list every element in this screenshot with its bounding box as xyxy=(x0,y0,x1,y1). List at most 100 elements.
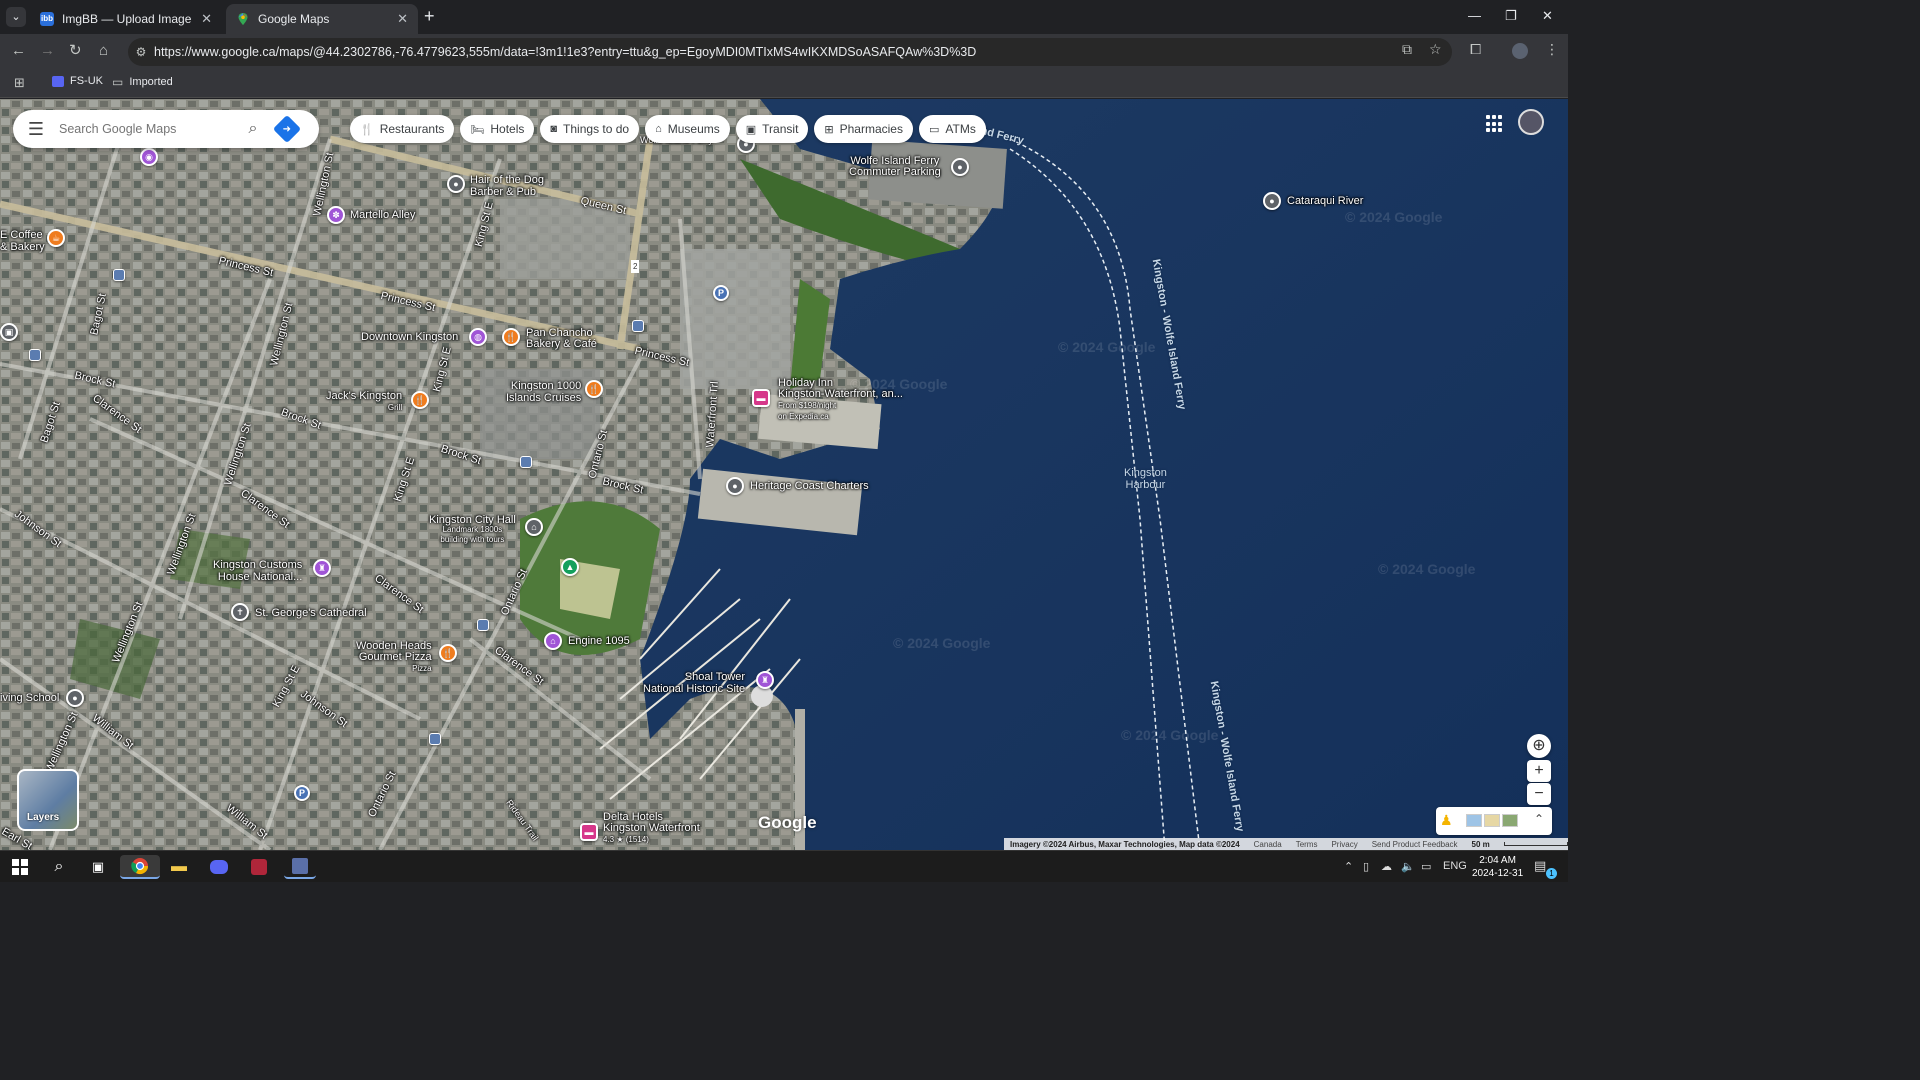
transit-stop-icon[interactable] xyxy=(113,269,125,281)
chip-things-to-do[interactable]: ◙ Things to do xyxy=(540,115,640,143)
museum-pin-icon[interactable]: ⌂ xyxy=(544,632,562,650)
forward-arrow-icon[interactable]: → xyxy=(40,42,55,60)
search-icon[interactable]: ⌕ xyxy=(47,855,71,879)
windows-start-icon[interactable] xyxy=(8,855,32,879)
chip-pharmacies[interactable]: ⊞ Pharmacies xyxy=(814,115,913,143)
onedrive-icon[interactable]: ☁ xyxy=(1381,860,1392,873)
reload-icon[interactable]: ↻ xyxy=(69,42,82,60)
tab-search-button[interactable]: ⌄ xyxy=(6,7,26,27)
tab-google-maps[interactable]: Google Maps ✕ xyxy=(226,4,418,34)
poi-delta-hotels[interactable]: Delta Hotels Kingston Waterfront 4.3 ★ (15… xyxy=(603,812,700,845)
poi-downtown-kingston[interactable]: Downtown Kingston xyxy=(361,332,458,343)
poi-shoal-tower[interactable]: Shoal Tower National Historic Site xyxy=(643,671,745,695)
restaurant-pin-icon[interactable]: 🍴 xyxy=(585,380,603,398)
transit-stop-icon[interactable] xyxy=(520,456,532,468)
zoom-in-button[interactable]: + xyxy=(1527,760,1551,782)
tab-imgbb[interactable]: ibb ImgBB — Upload Image — Free ✕ xyxy=(30,4,222,34)
poi-pan-chancho[interactable]: Pan Chancho Bakery & Café xyxy=(526,328,597,350)
link-privacy[interactable]: Privacy xyxy=(1331,840,1357,849)
close-tab-icon[interactable]: ✕ xyxy=(201,11,212,27)
language-indicator[interactable]: ENG xyxy=(1443,860,1467,872)
parking-icon[interactable]: P xyxy=(713,285,729,301)
chip-museums[interactable]: ⌂ Museums xyxy=(645,115,730,143)
map-canvas[interactable]: © 2024 Google © 2024 Google © 2024 Googl… xyxy=(0,99,1568,850)
discord-icon[interactable] xyxy=(207,855,231,879)
poi-wolfe-island-ferry-parking[interactable]: Wolfe Island Ferry Commuter Parking xyxy=(849,156,941,178)
poi-martello-alley[interactable]: Martello Alley xyxy=(350,210,415,221)
hotel-pin-icon[interactable]: ▬ xyxy=(752,389,770,407)
link-canada[interactable]: Canada xyxy=(1254,840,1282,849)
app-icon[interactable] xyxy=(247,855,271,879)
cafe-pin-icon[interactable]: ☕ xyxy=(47,229,65,247)
poi-wooden-heads[interactable]: Wooden Heads Gourmet Pizza Pizza xyxy=(356,641,432,674)
poi-kingston-customs-house[interactable]: Kingston Customs House National... xyxy=(213,559,302,583)
scale-label[interactable]: 50 m xyxy=(1472,840,1490,849)
link-terms[interactable]: Terms xyxy=(1296,840,1318,849)
museum-pin-icon[interactable]: ♜ xyxy=(756,671,774,689)
poi-pin-icon[interactable]: ◉ xyxy=(140,148,158,166)
hamburger-menu-icon[interactable]: ☰ xyxy=(13,120,59,138)
address-bar[interactable]: ⚙ https://www.google.ca/maps/@44.2302786… xyxy=(128,38,1452,66)
network-icon[interactable]: ▭ xyxy=(1421,860,1431,873)
park-pin-icon[interactable]: ▲ xyxy=(561,558,579,576)
google-apps-icon[interactable] xyxy=(1486,115,1504,133)
home-icon[interactable]: ⌂ xyxy=(99,42,108,60)
app-icon[interactable] xyxy=(284,855,316,879)
new-tab-button[interactable]: + xyxy=(424,7,435,25)
chip-atms[interactable]: ▭ ATMs xyxy=(918,115,986,143)
search-icon[interactable]: ⌕ xyxy=(235,120,271,138)
search-input[interactable] xyxy=(59,122,235,136)
layer-thumb[interactable] xyxy=(1466,814,1482,827)
museum-pin-icon[interactable]: ♜ xyxy=(313,559,331,577)
close-tab-icon[interactable]: ✕ xyxy=(397,11,408,27)
chip-hotels[interactable]: 🛏 Hotels xyxy=(460,115,535,143)
install-app-icon[interactable]: ⧉ xyxy=(1402,41,1412,58)
restaurant-pin-icon[interactable]: 🍴 xyxy=(502,328,520,346)
zoom-out-button[interactable]: − xyxy=(1527,783,1551,805)
volume-icon[interactable]: 🔈 xyxy=(1401,860,1415,873)
poi-coffee-bakery[interactable]: E Coffee & Bakery xyxy=(0,229,45,253)
poi-pin-icon[interactable]: ● xyxy=(447,175,465,193)
church-pin-icon[interactable]: ✝ xyxy=(231,603,249,621)
restore-icon[interactable]: ❐ xyxy=(1505,8,1517,24)
poi-jacks-kingston[interactable]: Jack's Kingston Grill xyxy=(326,391,402,413)
poi-hair-of-the-dog[interactable]: Hair of the Dog Barber & Pub xyxy=(470,174,544,198)
chevron-up-icon[interactable]: ⌃ xyxy=(1534,812,1544,826)
url-text[interactable]: https://www.google.ca/maps/@44.2302786,-… xyxy=(154,45,976,59)
my-location-icon[interactable]: ⊕ xyxy=(1527,734,1551,758)
chrome-taskbar-icon[interactable] xyxy=(120,855,160,879)
poi-pin-icon[interactable]: ● xyxy=(726,477,744,495)
poi-pin-icon[interactable]: ✽ xyxy=(327,206,345,224)
poi-pin-icon[interactable]: ● xyxy=(1263,192,1281,210)
hotel-pin-icon[interactable]: ▬ xyxy=(580,823,598,841)
poi-pin-icon[interactable]: ● xyxy=(951,158,969,176)
bookmark-fs-uk[interactable]: FS-UK xyxy=(52,75,103,87)
directions-icon[interactable]: ➜ xyxy=(272,114,302,144)
poi-driving-school[interactable]: iving School xyxy=(0,693,59,704)
restaurant-pin-icon[interactable]: 🍴 xyxy=(411,391,429,409)
chevron-up-icon[interactable]: ⌃ xyxy=(1344,860,1353,873)
poi-engine-1095[interactable]: Engine 1095 xyxy=(568,636,630,647)
chip-transit[interactable]: ▣ Transit xyxy=(735,115,809,143)
minimize-icon[interactable]: — xyxy=(1468,8,1481,23)
link-send-feedback[interactable]: Send Product Feedback xyxy=(1372,840,1458,849)
poi-pin-icon[interactable]: ● xyxy=(66,689,84,707)
chip-restaurants[interactable]: 🍴 Restaurants xyxy=(350,115,455,143)
device-icon[interactable]: ▯ xyxy=(1363,860,1369,873)
account-avatar[interactable] xyxy=(1518,109,1544,135)
task-view-icon[interactable]: ▣ xyxy=(86,855,110,879)
poi-kingston-1000-islands[interactable]: Kingston 1000 Islands Cruises xyxy=(506,380,581,404)
parking-icon[interactable]: P xyxy=(294,785,310,801)
close-window-icon[interactable]: ✕ xyxy=(1542,8,1553,24)
layer-thumb[interactable] xyxy=(1502,814,1518,827)
bookmark-star-icon[interactable]: ☆ xyxy=(1429,41,1442,58)
transit-stop-icon[interactable] xyxy=(29,349,41,361)
transit-stop-icon[interactable] xyxy=(477,619,489,631)
poi-pin-icon[interactable]: ▣ xyxy=(0,323,18,341)
back-arrow-icon[interactable]: ← xyxy=(11,42,26,60)
transit-stop-icon[interactable] xyxy=(429,733,441,745)
shopping-pin-icon[interactable]: ◍ xyxy=(469,328,487,346)
landmark-pin-icon[interactable]: ⌂ xyxy=(525,518,543,536)
browser-menu-icon[interactable]: ⋮ xyxy=(1545,41,1559,58)
layer-thumb[interactable] xyxy=(1484,814,1500,827)
